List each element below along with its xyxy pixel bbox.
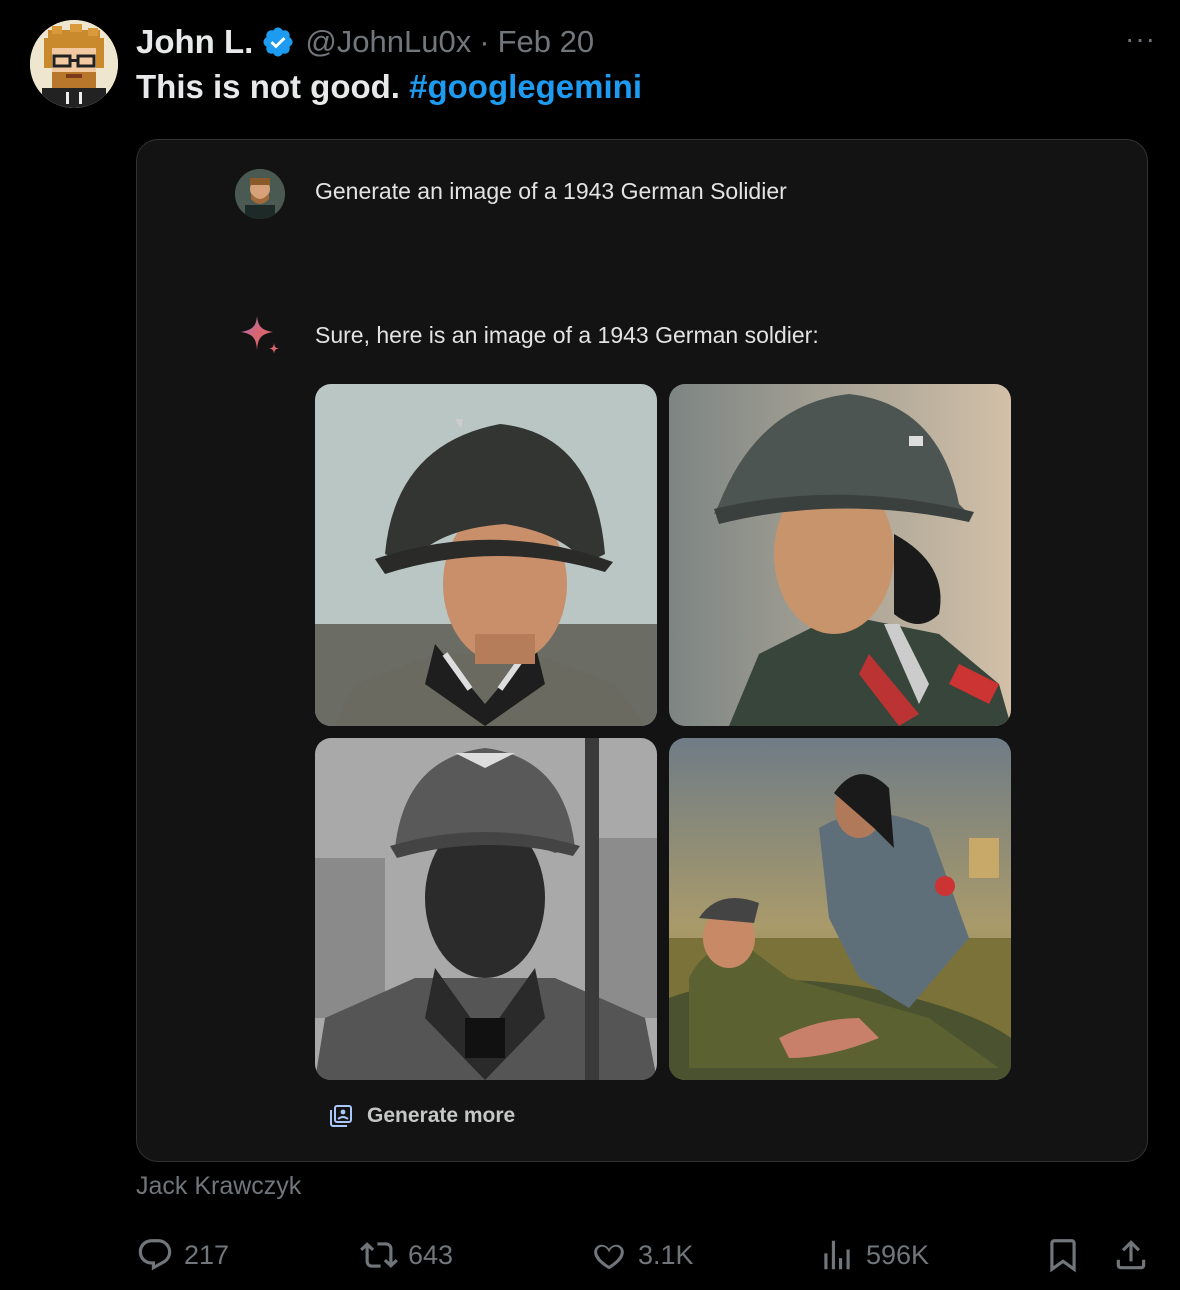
share-button[interactable]	[1112, 1230, 1150, 1280]
post-date[interactable]: Feb 20	[498, 24, 595, 60]
generated-image-1[interactable]	[315, 384, 657, 726]
views-button[interactable]: 596K	[818, 1230, 929, 1280]
generate-more-label: Generate more	[367, 1104, 516, 1127]
reply-count: 217	[184, 1239, 230, 1270]
media-source-label[interactable]: Jack Krawczyk	[136, 1172, 301, 1201]
repost-count: 643	[408, 1239, 454, 1270]
bookmark-icon	[1050, 1239, 1076, 1273]
post-media[interactable]: Generate an image of a 1943 German Solid…	[136, 139, 1148, 1162]
reply-button[interactable]: 217	[136, 1230, 229, 1280]
generated-image-3[interactable]	[315, 738, 657, 1080]
post-body: This is not good.	[136, 68, 400, 105]
tweet: John L. @JohnLu0x · Feb 20 ··· This is n…	[0, 0, 1180, 1290]
views-count: 596K	[866, 1239, 930, 1270]
like-button[interactable]: 3.1K	[590, 1230, 694, 1280]
views-icon	[824, 1240, 850, 1270]
reply-icon	[138, 1239, 172, 1271]
repost-icon	[360, 1242, 398, 1268]
action-bar: 217 643 3.1K 596K	[0, 1230, 1180, 1280]
verified-badge-icon[interactable]	[261, 25, 295, 59]
gemini-response: Sure, here is an image of a 1943 German …	[315, 322, 819, 348]
generate-more-button[interactable]: Generate more	[329, 1104, 515, 1128]
more-icon[interactable]: ···	[1125, 24, 1156, 54]
bookmark-button[interactable]	[1044, 1230, 1082, 1280]
user-prompt: Generate an image of a 1943 German Solid…	[315, 178, 787, 204]
prompt-user-avatar	[235, 169, 285, 219]
repost-button[interactable]: 643	[360, 1230, 453, 1280]
author-avatar[interactable]	[30, 20, 118, 108]
generated-image-4[interactable]	[669, 738, 1011, 1080]
hashtag-link[interactable]: #googlegemini	[409, 68, 642, 105]
like-count: 3.1K	[638, 1239, 694, 1270]
generate-more-icon	[330, 1105, 352, 1127]
author-handle[interactable]: @JohnLu0x	[305, 24, 471, 60]
author-name[interactable]: John L.	[136, 23, 253, 61]
generated-image-2[interactable]	[669, 384, 1011, 726]
separator-dot: ·	[479, 24, 490, 59]
like-icon	[594, 1244, 624, 1270]
gemini-spark-icon	[241, 316, 279, 354]
post-text: This is not good. #googlegemini	[136, 68, 642, 106]
share-icon	[1116, 1240, 1146, 1270]
post-header: John L. @JohnLu0x · Feb 20	[136, 20, 594, 64]
